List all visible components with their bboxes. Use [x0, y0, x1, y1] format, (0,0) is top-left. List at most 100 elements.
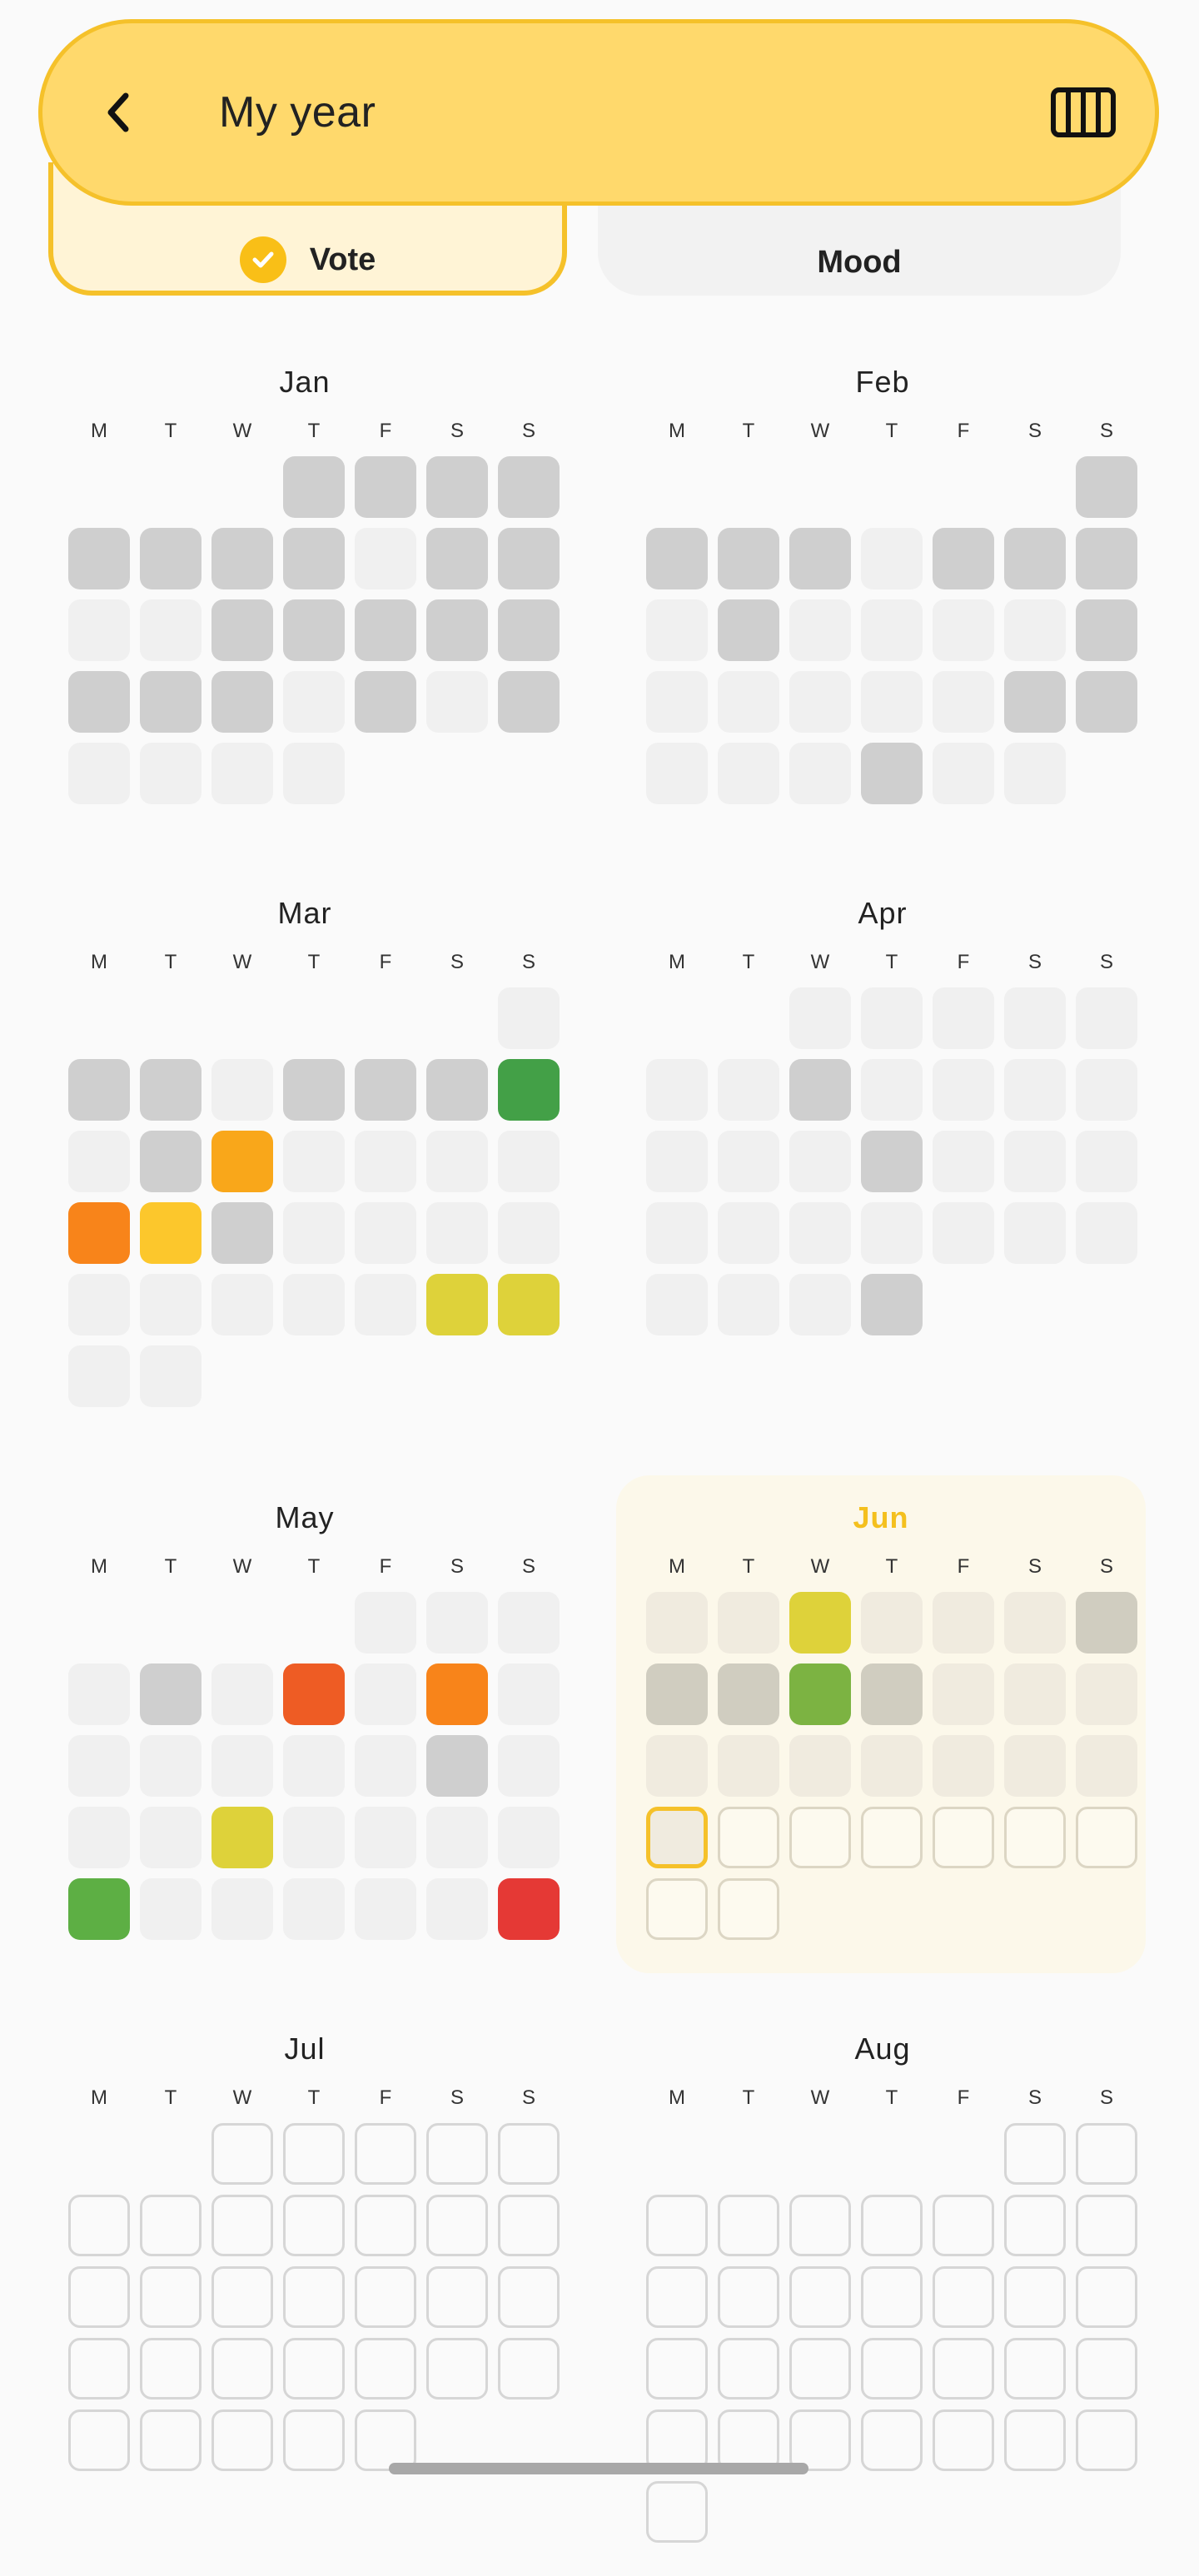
day-cell[interactable] [789, 2195, 851, 2256]
day-cell[interactable] [789, 2409, 851, 2471]
day-cell[interactable] [140, 1663, 201, 1725]
day-cell[interactable] [861, 1807, 923, 1868]
day-cell[interactable] [211, 1663, 273, 1725]
day-cell[interactable] [283, 743, 345, 804]
day-cell[interactable] [933, 743, 994, 804]
day-cell[interactable] [718, 671, 779, 733]
day-cell[interactable] [355, 1059, 416, 1121]
day-cell[interactable] [1076, 1592, 1137, 1654]
day-cell[interactable] [1076, 2123, 1137, 2185]
day-cell[interactable] [426, 1878, 488, 1940]
day-cell[interactable] [789, 1592, 851, 1654]
day-cell[interactable] [355, 1878, 416, 1940]
day-cell[interactable] [68, 743, 130, 804]
day-cell[interactable] [68, 2266, 130, 2328]
day-cell[interactable] [283, 1059, 345, 1121]
day-cell[interactable] [355, 2195, 416, 2256]
day-cell[interactable] [646, 1592, 708, 1654]
day-cell[interactable] [789, 987, 851, 1049]
day-cell[interactable] [426, 2195, 488, 2256]
day-cell[interactable] [933, 1131, 994, 1192]
day-cell[interactable] [718, 2409, 779, 2471]
day-cell[interactable] [140, 1735, 201, 1797]
day-cell[interactable] [861, 1592, 923, 1654]
day-cell[interactable] [211, 743, 273, 804]
day-cell[interactable] [283, 1878, 345, 1940]
day-cell[interactable] [140, 2409, 201, 2471]
day-cell[interactable] [646, 2481, 708, 2543]
day-cell[interactable] [718, 1059, 779, 1121]
day-cell[interactable] [355, 456, 416, 518]
day-cell[interactable] [1076, 1059, 1137, 1121]
day-cell[interactable] [426, 1059, 488, 1121]
day-cell[interactable] [718, 1274, 779, 1335]
day-cell[interactable] [283, 1202, 345, 1264]
day-cell[interactable] [718, 1663, 779, 1725]
day-cell[interactable] [1076, 599, 1137, 661]
day-cell[interactable] [211, 2123, 273, 2185]
day-cell[interactable] [1076, 987, 1137, 1049]
day-cell[interactable] [498, 1274, 560, 1335]
day-cell[interactable] [789, 1807, 851, 1868]
day-cell[interactable] [68, 1878, 130, 1940]
day-cell[interactable] [355, 1202, 416, 1264]
day-cell[interactable] [140, 2338, 201, 2399]
day-cell[interactable] [211, 1274, 273, 1335]
day-cell[interactable] [426, 1274, 488, 1335]
day-cell[interactable] [718, 1735, 779, 1797]
day-cell[interactable] [646, 2338, 708, 2399]
day-cell[interactable] [68, 1274, 130, 1335]
day-cell[interactable] [498, 456, 560, 518]
day-cell[interactable] [861, 987, 923, 1049]
day-cell[interactable] [933, 1663, 994, 1725]
day-cell[interactable] [646, 599, 708, 661]
day-cell[interactable] [140, 2266, 201, 2328]
day-cell[interactable] [646, 1202, 708, 1264]
day-cell[interactable] [140, 743, 201, 804]
day-cell[interactable] [1004, 743, 1066, 804]
day-cell[interactable] [211, 1807, 273, 1868]
day-cell[interactable] [140, 599, 201, 661]
day-cell[interactable] [68, 1202, 130, 1264]
day-cell[interactable] [211, 1878, 273, 1940]
day-cell[interactable] [861, 1735, 923, 1797]
day-cell[interactable] [498, 2266, 560, 2328]
day-cell[interactable] [355, 1131, 416, 1192]
day-cell[interactable] [426, 1807, 488, 1868]
day-cell[interactable] [68, 671, 130, 733]
day-cell[interactable] [283, 2409, 345, 2471]
day-cell[interactable] [1076, 1663, 1137, 1725]
day-cell[interactable] [140, 1274, 201, 1335]
day-cell[interactable] [68, 2338, 130, 2399]
back-button[interactable] [92, 86, 146, 139]
day-cell[interactable] [1004, 1807, 1066, 1868]
day-cell[interactable] [426, 1592, 488, 1654]
day-cell[interactable] [211, 1202, 273, 1264]
day-cell[interactable] [355, 2409, 416, 2471]
day-cell[interactable] [498, 2195, 560, 2256]
day-cell[interactable] [861, 743, 923, 804]
day-cell[interactable] [426, 599, 488, 661]
day-cell[interactable] [789, 1202, 851, 1264]
day-cell[interactable] [646, 1878, 708, 1940]
day-cell[interactable] [718, 2338, 779, 2399]
day-cell[interactable] [1076, 2409, 1137, 2471]
day-cell[interactable] [211, 2338, 273, 2399]
day-cell[interactable] [426, 528, 488, 589]
day-cell[interactable] [68, 1663, 130, 1725]
day-cell[interactable] [426, 1202, 488, 1264]
day-cell[interactable] [498, 1735, 560, 1797]
day-cell[interactable] [1004, 1131, 1066, 1192]
day-cell[interactable] [789, 528, 851, 589]
day-cell[interactable] [646, 1663, 708, 1725]
day-cell[interactable] [1076, 528, 1137, 589]
day-cell[interactable] [426, 2266, 488, 2328]
day-cell[interactable] [68, 1345, 130, 1407]
day-cell[interactable] [933, 671, 994, 733]
day-cell[interactable] [789, 599, 851, 661]
day-cell[interactable] [283, 1274, 345, 1335]
day-cell[interactable] [68, 2195, 130, 2256]
day-cell[interactable] [1076, 2266, 1137, 2328]
day-cell[interactable] [718, 1592, 779, 1654]
day-cell[interactable] [646, 1274, 708, 1335]
